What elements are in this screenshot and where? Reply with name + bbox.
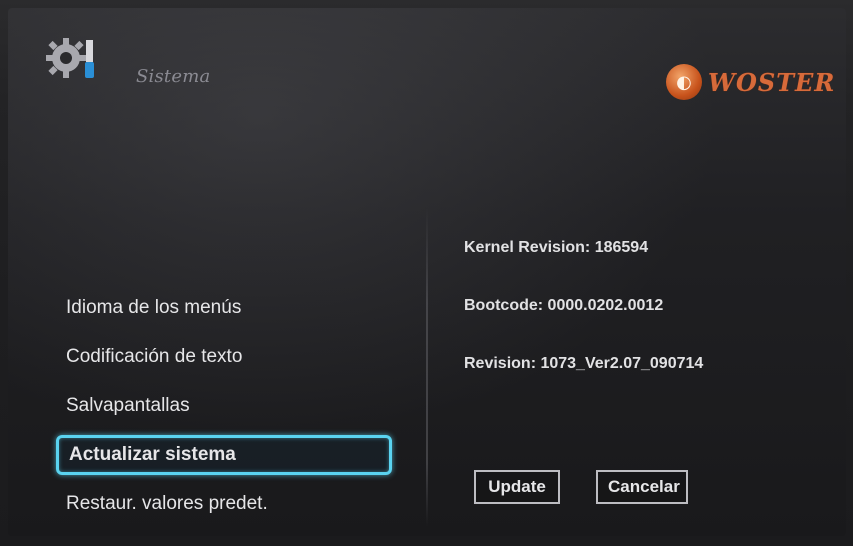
system-settings-screen: Sistema ◐ WOSTER Idioma de los menús Cod… <box>8 8 846 536</box>
menu-item-codificacion[interactable]: Codificación de texto <box>56 337 416 377</box>
settings-menu: Idioma de los menús Codificación de text… <box>56 288 416 533</box>
revision: Revision: 1073_Ver2.07_090714 <box>464 355 704 372</box>
kernel-revision: Kernel Revision: 186594 <box>464 239 649 256</box>
page-title: Sistema <box>136 66 211 87</box>
gear-screwdriver-icon <box>42 34 104 80</box>
menu-item-idioma[interactable]: Idioma de los menús <box>56 288 416 328</box>
cancel-button[interactable]: Cancelar <box>596 470 688 504</box>
woster-logo-icon: ◐ <box>666 64 702 100</box>
update-button[interactable]: Update <box>474 470 560 504</box>
menu-item-actualizar-sistema[interactable]: Actualizar sistema <box>56 435 392 475</box>
menu-item-salvapantallas[interactable]: Salvapantallas <box>56 386 416 426</box>
action-buttons: Update Cancelar <box>474 470 688 504</box>
bootcode: Bootcode: 0000.0202.0012 <box>464 297 664 314</box>
menu-item-restaurar[interactable]: Restaur. valores predet. <box>56 484 416 524</box>
brand: ◐ WOSTER <box>666 62 844 102</box>
brand-name: WOSTER <box>708 67 836 97</box>
tv-frame: Sistema ◐ WOSTER Idioma de los menús Cod… <box>0 0 853 546</box>
panel-divider <box>426 208 428 526</box>
system-info: Kernel Revision: 186594 Bootcode: 0000.0… <box>464 234 703 408</box>
